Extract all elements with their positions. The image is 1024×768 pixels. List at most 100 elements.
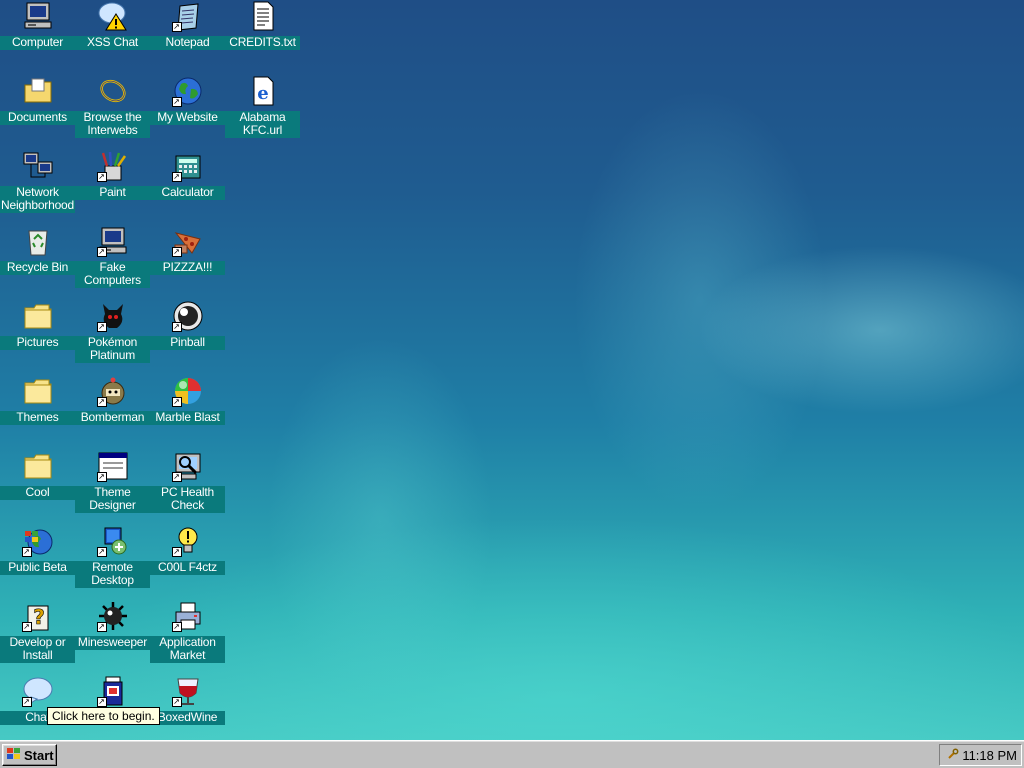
- shortcut-arrow-icon: ↗: [96, 172, 107, 182]
- desktop-icon-label: Pinball: [150, 336, 225, 350]
- shortcut-arrow-icon: ↗: [21, 622, 32, 632]
- window-icon: ↗: [96, 450, 129, 482]
- desktop-icon-label: C00L F4ctz: [150, 561, 225, 575]
- desktop-icon-label: Pictures: [0, 336, 75, 350]
- marble-icon: ↗: [171, 375, 204, 407]
- desktop-icon-label: Pokémon Platinum: [75, 336, 150, 363]
- paint-icon: ↗: [96, 150, 129, 182]
- desktop-icon-pictures[interactable]: Pictures: [0, 300, 75, 350]
- svg-text:?: ?: [33, 605, 45, 629]
- windows-logo-icon: [6, 747, 22, 764]
- text-file-icon: [247, 0, 279, 32]
- desktop-icon-label: Application Market: [150, 636, 225, 663]
- mine-icon: ↗: [96, 600, 129, 632]
- shortcut-arrow-icon: ↗: [96, 397, 107, 407]
- desktop-icon-alabama-kfc[interactable]: e Alabama KFC.url: [225, 75, 300, 138]
- notepad-icon: ↗: [171, 0, 204, 32]
- desktop-icon-theme-designer[interactable]: ↗ Theme Designer: [75, 450, 150, 513]
- windows-globe-icon: ↗: [21, 525, 54, 557]
- desktop-icon-app-market[interactable]: ↗ Application Market: [150, 600, 225, 663]
- shortcut-arrow-icon: ↗: [96, 247, 107, 257]
- desktop-icon-documents[interactable]: Documents: [0, 75, 75, 125]
- desktop-icon-remote-desktop[interactable]: ↗ Remote Desktop: [75, 525, 150, 588]
- desktop-icon-cool-facts[interactable]: ↗ C00L F4ctz: [150, 525, 225, 575]
- desktop[interactable]: Computer XSS Chat ↗ Notepad CREDITS.txt Docum…: [0, 0, 1024, 768]
- system-tray: 11:18 PM: [939, 744, 1022, 766]
- desktop-icon-pc-health[interactable]: ↗ PC Health Check: [150, 450, 225, 513]
- desktop-icon-label: Remote Desktop: [75, 561, 150, 588]
- desktop-icon-label: Recycle Bin: [0, 261, 75, 275]
- svg-text:e: e: [257, 83, 268, 104]
- start-tooltip: Click here to begin.: [47, 707, 160, 725]
- desktop-icon-label: CREDITS.txt: [225, 36, 300, 50]
- remote-desktop-icon: ↗: [96, 525, 129, 557]
- clock[interactable]: 11:18 PM: [962, 748, 1017, 763]
- start-button[interactable]: Start: [2, 744, 57, 766]
- desktop-icon-label: Theme Designer: [75, 486, 150, 513]
- desktop-icon-network[interactable]: Network Neighborhood: [0, 150, 75, 213]
- shortcut-arrow-icon: ↗: [171, 172, 182, 182]
- shortcut-arrow-icon: ↗: [171, 97, 182, 107]
- desktop-icon-boxedwine[interactable]: ↗ BoxedWine: [150, 675, 225, 725]
- help-icon: ? ↗: [21, 600, 54, 632]
- desktop-icon-label: Paint: [75, 186, 150, 200]
- desktop-icon-bomberman[interactable]: ↗ Bomberman: [75, 375, 150, 425]
- desktop-icon-label: Notepad: [150, 36, 225, 50]
- shortcut-arrow-icon: ↗: [171, 22, 182, 32]
- computer-icon: ↗: [96, 225, 129, 257]
- desktop-icon-label: Cool: [0, 486, 75, 500]
- computer-icon: [22, 0, 54, 32]
- pinball-icon: ↗: [171, 300, 204, 332]
- desktop-icon-label: Fake Computers: [75, 261, 150, 288]
- folder-icon: [22, 300, 54, 332]
- desktop-icon-cool[interactable]: Cool: [0, 450, 75, 500]
- desktop-icon-credits[interactable]: CREDITS.txt: [225, 0, 300, 50]
- shortcut-arrow-icon: ↗: [171, 622, 182, 632]
- desktop-icon-calculator[interactable]: ↗ Calculator: [150, 150, 225, 200]
- desktop-icon-label: Documents: [0, 111, 75, 125]
- shortcut-arrow-icon: ↗: [171, 697, 182, 707]
- desktop-icon-minesweeper[interactable]: ↗ Minesweeper: [75, 600, 150, 650]
- shortcut-arrow-icon: ↗: [96, 547, 107, 557]
- desktop-icon-label: Develop or Install: [0, 636, 75, 663]
- desktop-icon-fake-computers[interactable]: ↗ Fake Computers: [75, 225, 150, 288]
- desktop-icon-themes[interactable]: Themes: [0, 375, 75, 425]
- desktop-icon-label: PC Health Check: [150, 486, 225, 513]
- desktop-icon-label: Calculator: [150, 186, 225, 200]
- desktop-icon-notepad[interactable]: ↗ Notepad: [150, 0, 225, 50]
- desktop-icon-pokemon[interactable]: ↗ Pokémon Platinum: [75, 300, 150, 363]
- shortcut-arrow-icon: ↗: [96, 472, 107, 482]
- desktop-icon-label: Network Neighborhood: [0, 185, 75, 213]
- desktop-icon-label: XSS Chat: [75, 36, 150, 50]
- desktop-icon-label: Themes: [0, 411, 75, 425]
- internet-shortcut-icon: e: [247, 75, 279, 107]
- health-check-icon: ↗: [171, 450, 204, 482]
- folder-icon: [22, 450, 54, 482]
- shortcut-arrow-icon: ↗: [171, 247, 182, 257]
- shortcut-arrow-icon: ↗: [96, 322, 107, 332]
- desktop-icon-public-beta[interactable]: ↗ Public Beta: [0, 525, 75, 575]
- desktop-icon-browse[interactable]: Browse the Interwebs: [75, 75, 150, 138]
- desktop-icon-xss-chat[interactable]: XSS Chat: [75, 0, 150, 50]
- desktop-icon-paint[interactable]: ↗ Paint: [75, 150, 150, 200]
- desktop-icon-develop-install[interactable]: ? ↗ Develop or Install: [0, 600, 75, 663]
- desktop-icon-jar[interactable]: ↗: [75, 675, 150, 711]
- folder-icon: [22, 375, 54, 407]
- desktop-icon-pizza[interactable]: ↗ PIZZZA!!!: [150, 225, 225, 275]
- lightbulb-icon: ↗: [171, 525, 204, 557]
- desktop-icon-recycle-bin[interactable]: Recycle Bin: [0, 225, 75, 275]
- desktop-icon-computer[interactable]: Computer: [0, 0, 75, 50]
- pizza-icon: ↗: [171, 225, 204, 257]
- shortcut-arrow-icon: ↗: [171, 322, 182, 332]
- internet-loop-icon: [97, 75, 129, 107]
- desktop-icon-label: Bomberman: [75, 411, 150, 425]
- desktop-icon-label: My Website: [150, 111, 225, 125]
- desktop-icon-marble-blast[interactable]: ↗ Marble Blast: [150, 375, 225, 425]
- desktop-icon-pinball[interactable]: ↗ Pinball: [150, 300, 225, 350]
- shortcut-arrow-icon: ↗: [171, 472, 182, 482]
- chat-warning-icon: [97, 0, 129, 32]
- chat-bubble-icon: ↗: [21, 675, 54, 707]
- desktop-icon-my-website[interactable]: ↗ My Website: [150, 75, 225, 125]
- tray-tool-icon[interactable]: [947, 748, 959, 763]
- wine-glass-icon: ↗: [171, 675, 204, 707]
